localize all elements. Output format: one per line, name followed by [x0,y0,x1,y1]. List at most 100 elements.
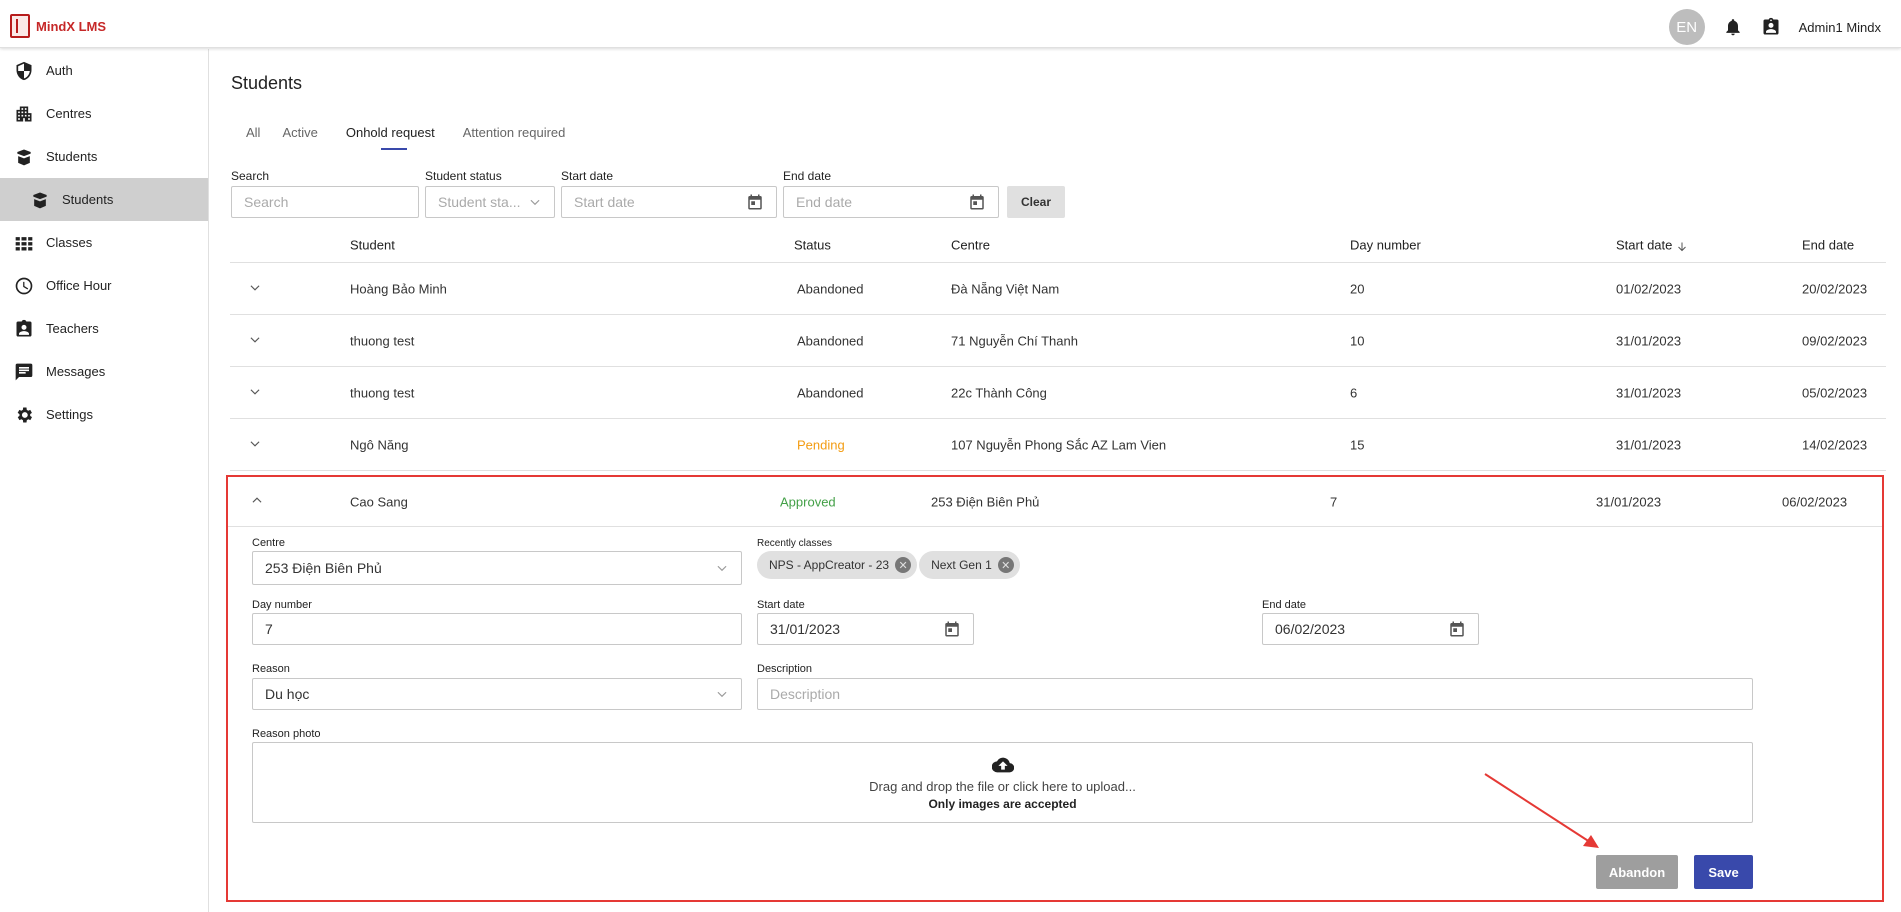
reason-select[interactable]: Du học [252,678,742,710]
end-date-filter: End date End date [783,169,999,218]
cell-status: Abandoned [797,385,864,400]
cell-centre: 71 Nguyễn Chí Thanh [951,333,1078,348]
sidebar-item-classes[interactable]: Classes [0,221,208,264]
top-bar: MindX LMS EN Admin1 Mindx [0,0,1901,48]
start-date-filter: Start date Start date [561,169,777,218]
day-number-input[interactable]: 7 [252,613,742,645]
student-icon [33,192,47,208]
end-date-filter-label: End date [783,169,832,183]
tab-attention-required[interactable]: Attention required [449,125,580,146]
cell-status: Pending [797,437,845,452]
sidebar-item-label: Office Hour [46,278,112,293]
tab-onhold-request[interactable]: Onhold request [332,125,449,150]
expanded-row-highlight: Cao Sang Approved 253 Điện Biên Phủ 7 31… [226,475,1884,902]
header-start-date-label: Start date [1616,237,1673,253]
table-row-expanded[interactable]: Cao Sang Approved 253 Điện Biên Phủ 7 31… [228,477,1882,527]
end-date-label: End date [1262,599,1307,611]
students-table: Student Status Centre Day number Start d… [230,228,1886,471]
chevron-down-icon [717,565,727,572]
search-label: Search [231,169,270,183]
arrow-down-icon [1678,242,1686,251]
cell-student: Cao Sang [350,494,408,509]
chevron-down-icon [530,199,540,206]
sidebar-item-office-hour[interactable]: Office Hour [0,264,208,307]
expand-row-toggle[interactable] [248,332,262,349]
start-date-filter-label: Start date [561,169,614,183]
header-centre[interactable]: Centre [951,238,990,253]
remove-chip-icon[interactable]: ✕ [895,557,912,573]
calendar-icon[interactable] [746,193,764,211]
calendar-icon[interactable] [943,620,961,638]
header-status[interactable]: Status [794,238,831,253]
reason-photo-label: Reason photo [252,728,321,740]
expand-row-toggle[interactable] [248,436,262,453]
student-status-placeholder: Student sta... [438,194,521,210]
tab-active[interactable]: Active [268,125,331,146]
status-tabs: All Active Onhold request Attention requ… [231,125,580,150]
cell-start-date: 31/01/2023 [1616,385,1682,400]
cell-status: Abandoned [797,281,864,296]
cell-end-date: 06/02/2023 [1782,494,1848,509]
header-day-number[interactable]: Day number [1350,238,1421,253]
sidebar-item-label: Messages [46,364,106,379]
collapse-row-toggle[interactable] [250,493,264,510]
table-row[interactable]: Hoàng Bảo Minh Abandoned Đà Nẵng Việt Na… [230,263,1886,315]
start-date-filter-input[interactable]: Start date [561,186,777,218]
clear-button[interactable]: Clear [1007,186,1066,218]
cell-centre: 253 Điện Biên Phủ [931,494,1040,509]
annotation-arrow [1484,773,1599,848]
user-name[interactable]: Admin1 Mindx [1799,20,1881,35]
cell-end-date: 14/02/2023 [1802,437,1868,452]
header-student[interactable]: Student [350,238,395,253]
centre-select[interactable]: 253 Điện Biên Phủ [252,551,742,585]
calendar-icon[interactable] [1448,620,1466,638]
sidebar-item-settings[interactable]: Settings [0,393,208,436]
tab-all[interactable]: All [214,125,268,146]
description-input[interactable]: Description [757,678,1753,710]
upload-instructions: Drag and drop the file or click here to … [869,779,1136,794]
end-date-filter-input[interactable]: End date [783,186,999,218]
table-row[interactable]: thuong test Abandoned 71 Nguyễn Chí Than… [230,315,1886,367]
expand-row-toggle[interactable] [248,280,262,297]
sidebar-item-students[interactable]: Students [0,135,208,178]
cell-student: Ngô Năng [350,437,409,452]
save-button[interactable]: Save [1694,855,1753,889]
cell-centre: 107 Nguyễn Phong Sắc AZ Lam Vien [951,437,1167,452]
chevron-down-icon [250,336,260,343]
cell-start-date: 31/01/2023 [1616,333,1682,348]
remove-chip-icon[interactable]: ✕ [997,557,1014,573]
start-date-filter-placeholder: Start date [574,194,635,210]
table-row[interactable]: thuong test Abandoned 22c Thành Công 6 3… [230,367,1886,419]
sidebar-item-label: Teachers [46,321,99,336]
search-filter: Search Search [231,169,419,218]
sidebar-item-students-sub[interactable]: Students [0,178,208,221]
table-header: Student Status Centre Day number Start d… [230,228,1886,263]
search-input[interactable]: Search [231,186,419,218]
sidebar-item-messages[interactable]: Messages [0,350,208,393]
cell-start-date: 01/02/2023 [1616,281,1682,296]
centre-value: 253 Điện Biên Phủ [265,560,382,576]
abandon-button[interactable]: Abandon [1596,855,1678,889]
bell-icon[interactable] [1723,17,1743,37]
account-badge-icon[interactable] [1761,17,1781,37]
table-row[interactable]: Ngô Năng Pending 107 Nguyễn Phong Sắc AZ… [230,419,1886,471]
expand-row-toggle[interactable] [248,384,262,401]
sidebar-item-teachers[interactable]: Teachers [0,307,208,350]
start-date-value: 31/01/2023 [770,621,841,637]
language-avatar[interactable]: EN [1668,9,1705,45]
sidebar-item-centres[interactable]: Centres [0,92,208,135]
app-logo[interactable]: MindX LMS [10,14,106,38]
header-start-date[interactable]: Start date [1616,238,1688,253]
sidebar-item-label: Auth [46,63,73,78]
cell-end-date: 20/02/2023 [1802,281,1868,296]
header-end-date[interactable]: End date [1802,238,1854,253]
student-status-select[interactable]: Student sta... [425,186,555,218]
sidebar-item-auth[interactable]: Auth [0,49,208,92]
end-date-input[interactable]: 06/02/2023 [1262,613,1479,645]
chevron-down-icon [717,691,727,698]
class-chip-label: NPS - AppCreator - 23 [769,558,890,572]
calendar-icon[interactable] [968,193,986,211]
filter-bar: Search Search Student status Student sta… [231,169,1066,218]
cell-status: Abandoned [797,333,864,348]
start-date-input[interactable]: 31/01/2023 [757,613,974,645]
